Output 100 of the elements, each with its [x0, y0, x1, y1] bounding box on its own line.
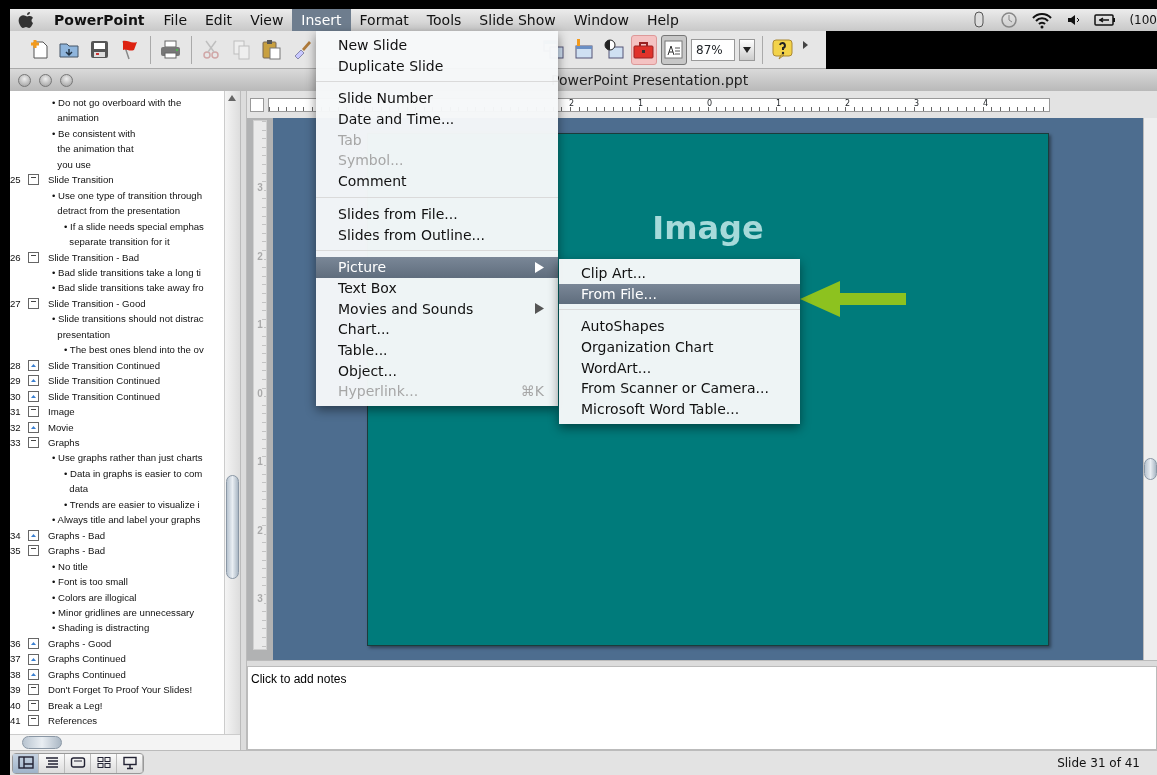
menu-item[interactable]: From Scanner or Camera...	[559, 378, 800, 400]
menu-item[interactable]: Insert	[292, 9, 351, 31]
normal-view-button[interactable]	[13, 753, 39, 773]
outline-bullet: • Colors are illogical	[52, 590, 138, 605]
slide-icon[interactable]	[28, 298, 39, 310]
slide-number: 33	[10, 435, 22, 450]
ruler-label: 3	[256, 594, 264, 604]
zoom-field[interactable]: 87%	[691, 38, 735, 61]
menu-item[interactable]: Table...	[316, 339, 558, 361]
toolbox-button[interactable]	[630, 34, 657, 65]
notes-field[interactable]: Click to add notes	[247, 666, 1157, 750]
scroll-thumb[interactable]	[1144, 458, 1157, 480]
menu-item[interactable]: Edit	[196, 9, 242, 31]
paste-icon[interactable]	[260, 38, 284, 61]
slide-title[interactable]: Break a Leg!	[48, 697, 103, 714]
shortcut-label: ⌘K	[520, 382, 544, 402]
menu-item[interactable]: WordArt...	[559, 357, 800, 379]
menu-item[interactable]: AutoShapes	[559, 316, 800, 338]
close-button[interactable]	[18, 73, 31, 87]
scrollbar[interactable]	[10, 734, 240, 750]
outline-bullet: • Use one type of transition through detract from the presentation	[52, 188, 204, 219]
menu-item[interactable]: From File...	[559, 283, 800, 305]
menu-item[interactable]: Organization Chart	[559, 337, 800, 358]
menu-item[interactable]: Microsoft Word Table...	[559, 399, 800, 420]
clock-icon[interactable]	[999, 10, 1020, 30]
slide-icon[interactable]	[28, 390, 39, 402]
menu-item[interactable]: New Slide	[316, 35, 558, 56]
menu-item[interactable]: Clip Art...	[559, 263, 800, 284]
zoom-button[interactable]	[60, 73, 73, 87]
slide-counter: Slide 31 of 41	[1057, 755, 1140, 772]
menu-item[interactable]: Tools	[417, 9, 471, 31]
slide-title[interactable]: References	[48, 713, 98, 729]
slide-title[interactable]: Slide Transition	[48, 172, 114, 188]
outline-bullet: • Slide transitions should not distrac presentation	[52, 312, 205, 342]
slide-icon[interactable]	[28, 529, 39, 541]
slide-title[interactable]: Graphs	[48, 434, 80, 451]
menu-item[interactable]: Slides from File...	[316, 203, 558, 225]
wifi-icon[interactable]	[1031, 10, 1054, 30]
outline-bullet: • Minor gridlines are unnecessary	[52, 605, 195, 620]
menu-item[interactable]: Text Box	[316, 277, 558, 299]
slide-icon[interactable]	[28, 359, 39, 371]
slide-title[interactable]: Slide Transition Continued	[48, 373, 160, 389]
app-menu[interactable]: PowerPoint	[40, 9, 155, 31]
show-view-icon	[121, 756, 138, 770]
print-icon[interactable]	[159, 38, 182, 61]
slide-title[interactable]: Slide Transition - Bad	[48, 249, 140, 265]
slide-title[interactable]: Don't Forget To Proof Your Slides!	[48, 682, 193, 698]
slide-icon[interactable]	[28, 251, 39, 263]
slide-icon[interactable]	[28, 715, 39, 727]
menu-item[interactable]: Slide Show	[470, 9, 565, 31]
slide-title[interactable]: Graphs Continued	[48, 666, 126, 683]
text-box-button[interactable]	[660, 34, 687, 65]
scrollbar[interactable]	[1143, 118, 1157, 660]
slide-icon[interactable]	[28, 545, 39, 557]
menu-item[interactable]: Picture	[316, 257, 558, 278]
slide-title[interactable]: Slide Transition Continued	[48, 388, 160, 405]
slide-icon[interactable]	[28, 421, 39, 433]
window-contrast-icon[interactable]	[602, 38, 626, 61]
menu-item[interactable]: Slide Number	[316, 88, 558, 110]
slide-title[interactable]: Slide Transition Continued	[48, 357, 160, 374]
slide-number: 29	[10, 374, 22, 389]
slide-title[interactable]: Graphs - Bad	[48, 543, 106, 559]
slide-title[interactable]: Graphs - Bad	[48, 527, 106, 544]
slide-icon[interactable]	[28, 669, 39, 680]
slide-title[interactable]: Slide Transition - Good	[48, 295, 146, 312]
slide-title[interactable]: Movie	[48, 419, 74, 435]
slide-icon[interactable]	[28, 406, 39, 418]
menu-item[interactable]: Help	[637, 9, 688, 31]
slide-icon[interactable]	[28, 653, 39, 665]
menu-item[interactable]: Object...	[316, 360, 558, 382]
slide-icon[interactable]	[28, 437, 39, 449]
menu-item[interactable]: File	[154, 9, 196, 31]
scroll-thumb[interactable]	[22, 736, 62, 749]
menu-item[interactable]: Slides from Outline...	[316, 224, 558, 246]
slide-icon[interactable]	[28, 699, 39, 711]
zoom-dropdown[interactable]	[738, 38, 755, 61]
slide-icon[interactable]	[28, 684, 39, 696]
help-icon[interactable]	[771, 38, 795, 61]
slide-number: 25	[10, 173, 22, 188]
menu-item[interactable]: Date and Time...	[316, 109, 558, 130]
menu-item[interactable]: Movies and Sounds	[316, 298, 558, 320]
scroll-thumb[interactable]	[226, 475, 239, 579]
ruler-label: 1	[256, 320, 264, 330]
menu-item[interactable]: Window	[564, 9, 638, 31]
minimize-button[interactable]	[39, 73, 52, 87]
window-alert-icon[interactable]	[572, 38, 595, 61]
slide-title[interactable]: Graphs - Good	[48, 635, 112, 652]
slide-icon[interactable]	[28, 375, 39, 387]
slide-icon[interactable]	[28, 174, 39, 186]
ruler-corner-button[interactable]	[250, 97, 264, 112]
normal-view-icon	[17, 756, 34, 770]
scrollbar[interactable]	[224, 91, 240, 734]
slide-title[interactable]: Graphs Continued	[48, 651, 126, 667]
slide-icon[interactable]	[28, 638, 39, 650]
menu-item[interactable]: Format	[350, 9, 418, 31]
slide-title[interactable]: Image	[48, 404, 75, 420]
menu-item[interactable]: Chart...	[316, 319, 558, 340]
menu-item[interactable]: View	[241, 9, 293, 31]
menu-item[interactable]: Comment	[316, 171, 558, 192]
slide-number: 28	[10, 358, 22, 373]
